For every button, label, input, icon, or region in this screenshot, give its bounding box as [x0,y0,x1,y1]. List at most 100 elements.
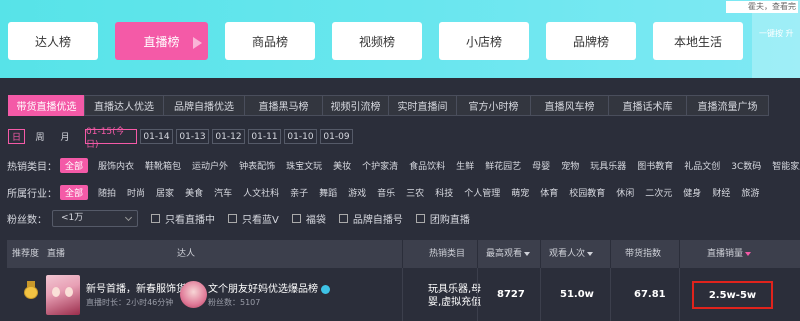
period-day-button[interactable]: 日 [8,129,25,144]
category-item[interactable]: 图书教育 [637,159,673,172]
date-button[interactable]: 01-12 [212,129,245,144]
category-item[interactable]: 个护家清 [362,159,398,172]
category-item[interactable]: 礼品文创 [684,159,720,172]
live-cover-image[interactable] [46,275,80,315]
industry-item[interactable]: 二次元 [645,186,672,199]
column-divider [679,268,680,321]
author-name-text: 文个朋友好妈优选爆品榜 [208,284,318,295]
subtab-featured-sales-live[interactable]: 带货直播优选 [8,95,85,116]
industry-item[interactable]: 汽车 [214,186,232,199]
industry-item[interactable]: 体育 [540,186,558,199]
checkbox-icon [151,214,160,223]
checkbox-brand-self[interactable]: 品牌自播号 [338,211,403,226]
industry-item[interactable]: 随拍 [98,186,116,199]
subtab-traffic-plaza[interactable]: 直播流量广场 [686,95,769,116]
checkbox-label: 只看蓝V [242,215,279,226]
checkbox-lucky-bag[interactable]: 福袋 [291,211,326,226]
checkbox-label: 只看直播中 [165,215,215,226]
table-row[interactable]: 新号首播，新春服饰货... 直播时长：2小时46分钟 文个朋友好妈优选爆品榜 粉… [7,268,800,321]
category-item[interactable]: 全部 [60,157,89,173]
industry-item[interactable]: 旅游 [741,186,759,199]
industry-item[interactable]: 萌宠 [511,186,529,199]
row-peak: 8727 [497,289,525,300]
category-item[interactable]: 玩具乐器 [590,159,626,172]
top-tab-shop[interactable]: 小店榜 [439,22,529,60]
fans-count-select[interactable]: <1万 [52,210,138,227]
category-item[interactable]: 宠物 [561,159,579,172]
industry-item[interactable]: 居家 [156,186,174,199]
header-viewers-label: 观看人次 [549,249,586,259]
top-tab-live[interactable]: 直播榜 [115,22,208,60]
category-item[interactable]: 食品饮料 [409,159,445,172]
period-month-button[interactable]: 月 [55,129,75,144]
category-item[interactable]: 美妆 [333,159,351,172]
column-divider [540,268,541,321]
industry-item[interactable]: 校园教育 [569,186,605,199]
date-button[interactable]: 01-14 [140,129,173,144]
industry-item[interactable]: 全部 [60,184,89,200]
top-tab-talent[interactable]: 达人榜 [8,22,98,60]
industry-item[interactable]: 舞蹈 [319,186,337,199]
checkbox-icon [291,214,301,223]
category-item[interactable]: 运动户外 [192,159,228,172]
top-tab-video[interactable]: 视频榜 [332,22,422,60]
industry-item[interactable]: 个人管理 [464,186,500,199]
top-banner: 达人榜 直播榜 商品榜 视频榜 小店榜 品牌榜 本地生活 霍夫，查看完 一键按 … [0,0,800,78]
verified-icon [321,284,330,294]
author-avatar[interactable] [180,281,207,308]
category-item[interactable]: 生鲜 [456,159,474,172]
category-item[interactable]: 鲜花园艺 [485,159,521,172]
fans-select-value: <1万 [61,213,84,223]
subtab-windmill[interactable]: 直播风车榜 [530,95,609,116]
category-item[interactable]: 鞋靴箱包 [145,159,181,172]
header-sales[interactable]: 直播销量 [679,240,752,268]
category-item[interactable]: 珠宝文玩 [286,159,322,172]
column-divider [610,268,611,321]
subtab-realtime-live[interactable]: 实时直播间 [388,95,457,116]
header-category: 热销类目 [402,240,465,268]
industry-item[interactable]: 健身 [683,186,701,199]
fans-filter-label: 粉丝数： [7,215,47,226]
industry-item[interactable]: 美食 [185,186,203,199]
top-tab-local[interactable]: 本地生活 [653,22,743,60]
subtab-featured-talent-live[interactable]: 直播达人优选 [84,95,164,116]
header-peak[interactable]: 最高观看 [477,240,531,268]
checkbox-label: 品牌自播号 [352,215,403,226]
category-item[interactable]: 智能家居 [772,159,800,172]
industry-item[interactable]: 人文社科 [243,186,279,199]
industry-item[interactable]: 休闲 [616,186,634,199]
checkbox-group-buy[interactable]: 团购直播 [415,211,470,226]
date-button[interactable]: 01-13 [176,129,209,144]
top-tab-brand[interactable]: 品牌榜 [546,22,636,60]
subtab-video-traffic[interactable]: 视频引流榜 [322,95,389,116]
checkbox-live-only[interactable]: 只看直播中 [151,211,215,226]
subtab-official-hourly[interactable]: 官方小时榜 [456,95,531,116]
industry-item[interactable]: 亲子 [290,186,308,199]
industry-item[interactable]: 财经 [712,186,730,199]
date-button[interactable]: 01-09 [320,129,353,144]
header-index: 带货指数 [610,240,661,268]
industry-item[interactable]: 三农 [406,186,424,199]
category-item[interactable]: 服饰内衣 [98,159,134,172]
date-button[interactable]: 01-11 [248,129,281,144]
top-tab-product[interactable]: 商品榜 [225,22,315,60]
category-item[interactable]: 3C数码 [731,159,761,172]
category-item[interactable]: 母婴 [532,159,550,172]
industry-item[interactable]: 时尚 [127,186,145,199]
checkbox-icon [228,214,237,223]
industry-item[interactable]: 音乐 [377,186,395,199]
checkbox-blue-v[interactable]: 只看蓝V [228,211,279,226]
row-category: 玩具乐器,母婴,虚拟充值 [428,284,482,308]
header-rank: 推荐度 [12,249,40,259]
category-item[interactable]: 钟表配饰 [239,159,275,172]
author-name[interactable]: 文个朋友好妈优选爆品榜 [208,280,330,295]
industry-item[interactable]: 科技 [435,186,453,199]
industry-item[interactable]: 游戏 [348,186,366,199]
subtab-script-library[interactable]: 直播话术库 [608,95,687,116]
date-button[interactable]: 01-10 [284,129,317,144]
date-today-button[interactable]: 01-15(今日) [85,127,137,150]
subtab-dark-horse[interactable]: 直播黑马榜 [244,95,323,116]
subtab-brand-self-live[interactable]: 品牌自播优选 [163,95,245,116]
header-viewers[interactable]: 观看人次 [540,240,594,268]
period-week-button[interactable]: 周 [30,129,50,144]
